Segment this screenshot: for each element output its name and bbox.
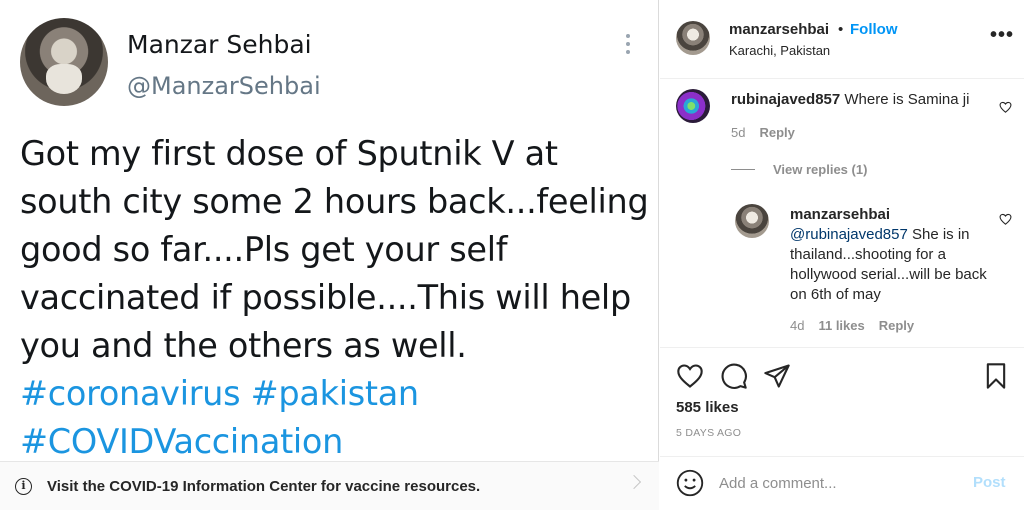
heart-icon[interactable] bbox=[676, 362, 704, 390]
chevron-right-icon[interactable] bbox=[626, 474, 642, 490]
comment-meta: 5d Reply bbox=[731, 125, 809, 140]
more-options-icon[interactable]: ••• bbox=[990, 25, 1014, 45]
reply-avatar[interactable] bbox=[735, 204, 769, 238]
view-replies-button[interactable]: View replies (1) bbox=[731, 162, 867, 177]
mention-link[interactable]: @rubinajaved857 bbox=[790, 226, 908, 243]
comment-text: Where is Samina ji bbox=[844, 91, 970, 108]
reply-text: @rubinajaved857 She is in thailand...sho… bbox=[790, 225, 990, 305]
tweet-text: Got my first dose of Sputnik V at south … bbox=[20, 130, 650, 466]
tweet-author-name: Manzar Sehbai bbox=[127, 30, 312, 59]
post-timestamp[interactable]: 5 DAYS AGO bbox=[676, 427, 741, 439]
likes-count[interactable]: 585 likes bbox=[676, 399, 739, 416]
reply-button[interactable]: Reply bbox=[879, 318, 914, 333]
view-replies-label[interactable]: View replies (1) bbox=[773, 162, 867, 177]
add-comment-bar: Post bbox=[660, 456, 1024, 510]
hashtag: #COVIDVaccination bbox=[20, 422, 344, 461]
reply-username[interactable]: manzarsehbai bbox=[790, 206, 890, 223]
follow-button[interactable]: Follow bbox=[850, 21, 898, 38]
covid-info-text[interactable]: Visit the COVID-19 Information Center fo… bbox=[47, 478, 480, 495]
comment-age[interactable]: 5d bbox=[731, 125, 745, 140]
share-icon[interactable] bbox=[763, 362, 791, 390]
separator-dot: • bbox=[838, 21, 844, 38]
post-panel: manzarsehbai • Follow Karachi, Pakistan … bbox=[660, 0, 1024, 510]
like-reply-heart-icon[interactable] bbox=[999, 213, 1012, 225]
covid-info-bar[interactable]: i Visit the COVID-19 Information Center … bbox=[0, 461, 659, 510]
tweet-avatar bbox=[20, 18, 108, 106]
hashtag: #pakistan bbox=[250, 374, 420, 413]
tweet-image[interactable]: Manzar Sehbai @ManzarSehbai Got my first… bbox=[0, 0, 659, 510]
comment: rubinajaved857 Where is Samina ji bbox=[731, 91, 991, 108]
emoji-icon[interactable] bbox=[676, 469, 704, 497]
avatar[interactable] bbox=[676, 21, 710, 55]
tweet-body: Got my first dose of Sputnik V at south … bbox=[20, 134, 649, 365]
reply-button[interactable]: Reply bbox=[759, 125, 794, 140]
reply-age[interactable]: 4d bbox=[790, 318, 804, 333]
commenter-avatar[interactable] bbox=[676, 89, 710, 123]
post-button[interactable]: Post bbox=[973, 474, 1006, 491]
like-comment-heart-icon[interactable] bbox=[999, 101, 1012, 113]
post-username[interactable]: manzarsehbai bbox=[729, 21, 829, 38]
hashtag: #coronavirus bbox=[20, 374, 241, 413]
add-comment-input[interactable] bbox=[719, 470, 959, 496]
kebab-icon bbox=[624, 34, 632, 54]
info-circle-icon: i bbox=[15, 477, 32, 495]
tweet-author-handle: @ManzarSehbai bbox=[127, 72, 321, 100]
post-header: manzarsehbai • Follow Karachi, Pakistan … bbox=[660, 0, 1024, 79]
post-location[interactable]: Karachi, Pakistan bbox=[729, 43, 830, 58]
divider-line bbox=[731, 169, 755, 170]
post-actions: 585 likes 5 DAYS AGO bbox=[660, 347, 1024, 457]
bookmark-icon[interactable] bbox=[982, 362, 1010, 390]
comment-username[interactable]: rubinajaved857 bbox=[731, 91, 840, 108]
comment-icon[interactable] bbox=[720, 362, 748, 390]
reply-likes[interactable]: 11 likes bbox=[818, 318, 864, 333]
reply-meta: 4d 11 likes Reply bbox=[790, 318, 928, 333]
